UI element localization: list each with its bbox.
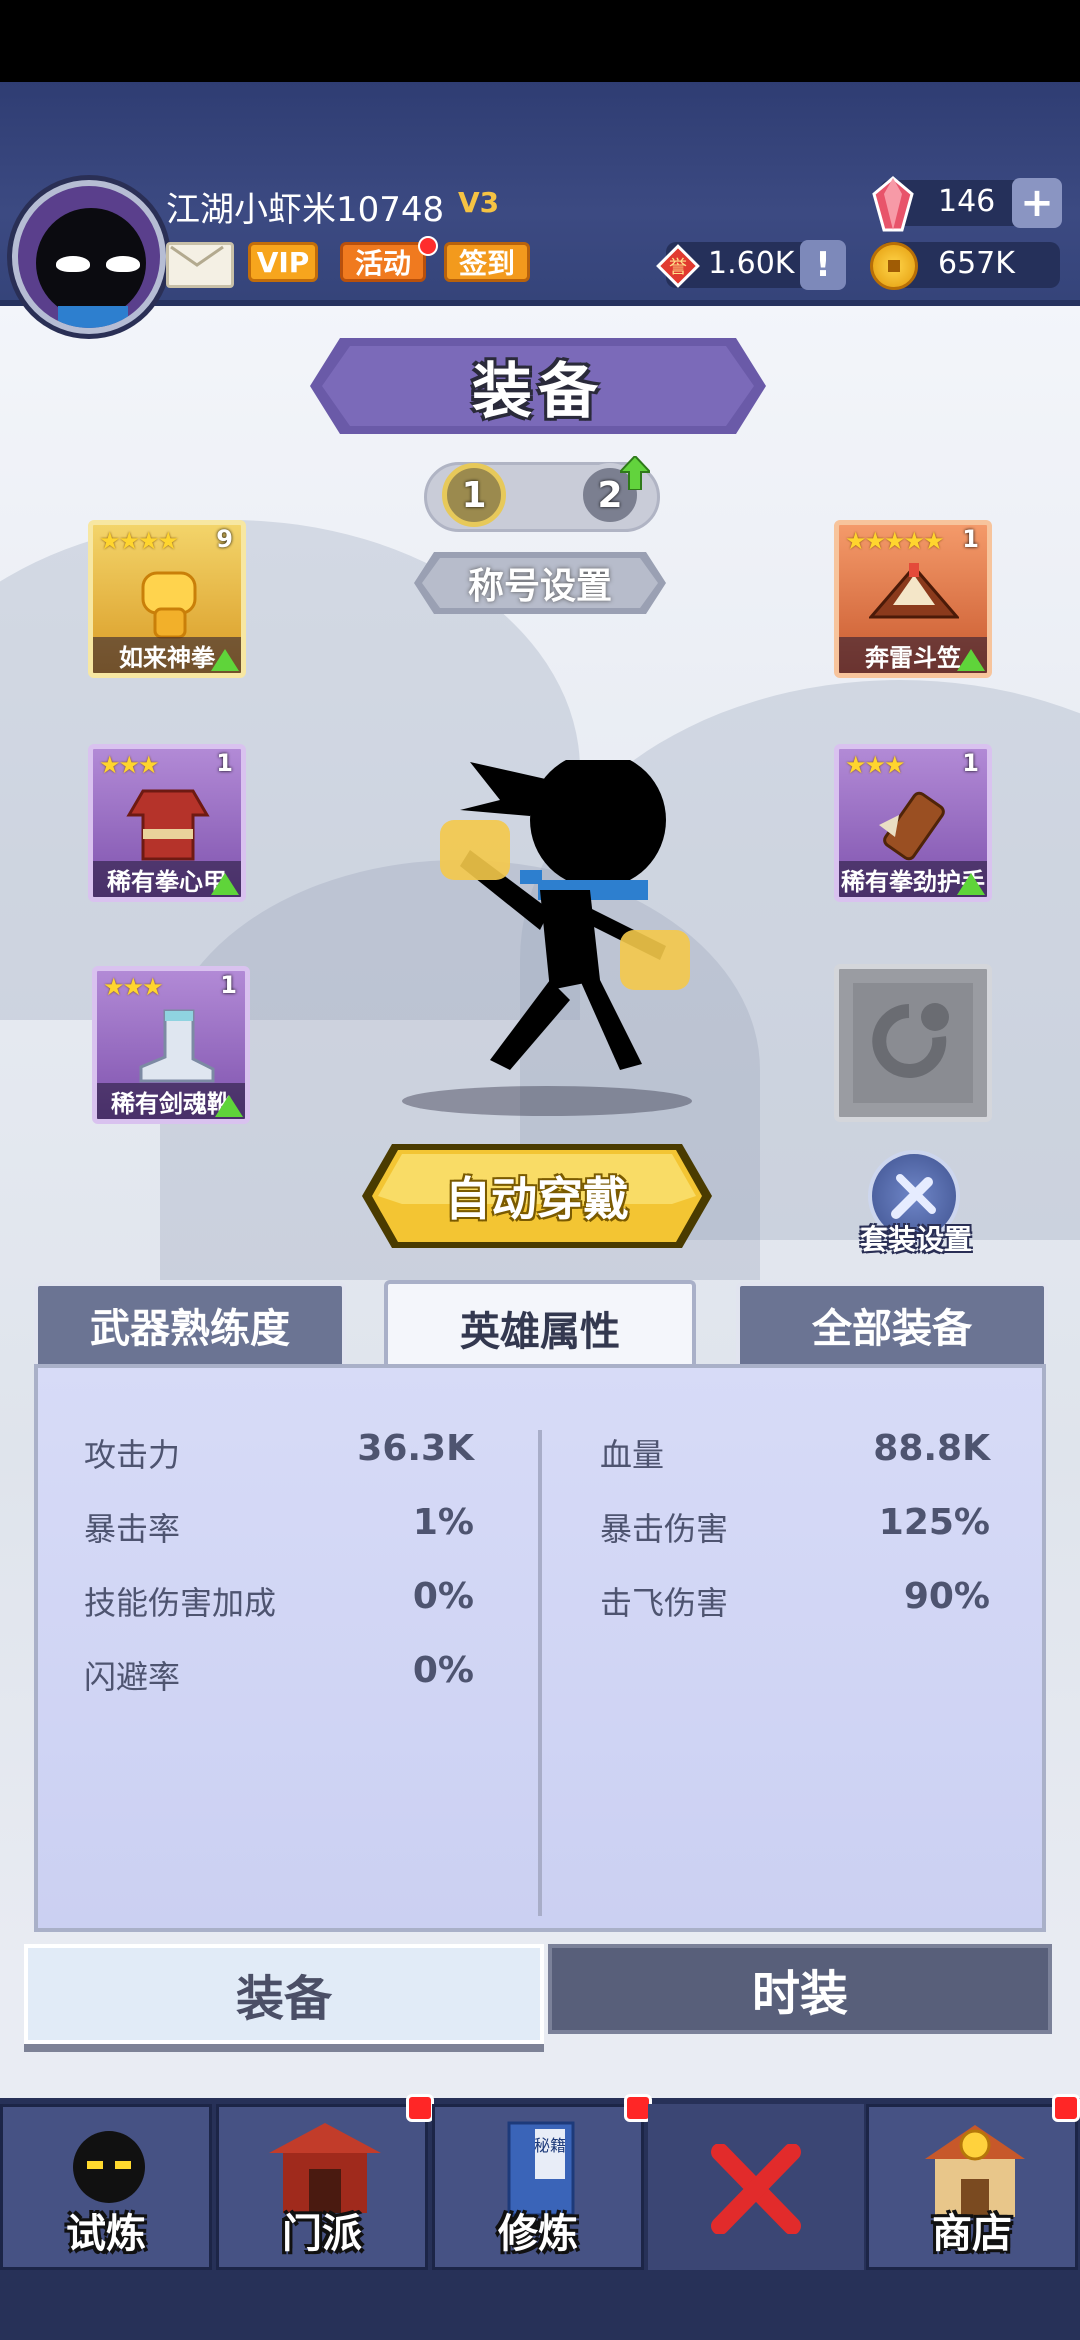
hero-character [440, 760, 690, 1070]
nav-sect[interactable]: 门派 [216, 2104, 428, 2270]
item-level: 1 [220, 971, 237, 999]
star-rating: ★★★★ [99, 527, 179, 555]
boot-icon [139, 1009, 215, 1083]
title-setting-button[interactable]: 称号设置 [414, 552, 666, 614]
equip-slot-weapon[interactable]: ★★★★ 9 如来神拳 [88, 520, 246, 678]
gem-icon [872, 176, 914, 232]
stat-label: 击飞伤害 [600, 1584, 729, 1622]
upgrade-arrow-icon [211, 649, 239, 671]
honor-info-button[interactable]: ! [800, 240, 846, 290]
activity-notification-dot [418, 236, 438, 256]
tab-all-equipment[interactable]: 全部装备 [736, 1282, 1048, 1364]
stat-label: 闪避率 [84, 1658, 181, 1696]
set-setting-button[interactable]: 套装设置 [846, 1218, 986, 1258]
status-bar [0, 0, 1080, 82]
vip-level-badge: V3 [458, 186, 500, 219]
add-gems-button[interactable]: + [1012, 178, 1062, 228]
upgrade-arrow-icon [620, 456, 650, 490]
stat-value: 88.8K [873, 1428, 990, 1469]
empty-slot-icon [853, 983, 973, 1103]
star-rating: ★★★ [103, 973, 164, 1001]
tab-fashion[interactable]: 时装 [548, 1944, 1052, 2034]
tab-equipment[interactable]: 装备 [24, 1944, 544, 2044]
stat-label: 技能伤害加成 [84, 1584, 277, 1622]
upgrade-arrow-icon [957, 873, 985, 895]
ninja-icon [73, 2131, 145, 2203]
item-level: 1 [962, 749, 979, 777]
equip-slot-helmet[interactable]: ★★★★★ 1 奔雷斗笠 [834, 520, 992, 678]
equip-slot-boots[interactable]: ★★★ 1 稀有剑魂靴 [92, 966, 250, 1124]
gem-count: 146 [938, 184, 996, 219]
nav-label: 修炼 [498, 2211, 578, 2257]
stat-label: 暴击伤害 [600, 1510, 729, 1548]
stat-value: 125% [878, 1502, 990, 1543]
honor-icon: 誉 [656, 244, 700, 288]
upgrade-arrow-icon [957, 649, 985, 671]
equip-slot-locked[interactable] [834, 964, 992, 1122]
star-rating: ★★★ [99, 751, 160, 779]
stat-label: 暴击率 [84, 1510, 181, 1548]
mail-icon[interactable] [166, 242, 234, 288]
nav-shop-badge [1052, 2094, 1080, 2122]
svg-text:誉: 誉 [669, 257, 687, 278]
hat-icon [869, 563, 959, 619]
nav-trial[interactable]: 试炼 [0, 2104, 212, 2270]
upgrade-arrow-icon [215, 1095, 243, 1117]
stat-value: 36.3K [357, 1428, 474, 1469]
page-1-button[interactable]: 1 [442, 463, 506, 527]
nav-label: 门派 [282, 2211, 362, 2257]
stat-label: 攻击力 [84, 1436, 181, 1474]
equip-slot-armor[interactable]: ★★★ 1 稀有拳心甲 [88, 744, 246, 902]
nav-close[interactable] [648, 2104, 864, 2270]
tab-weapon-proficiency[interactable]: 武器熟练度 [34, 1282, 346, 1364]
avatar[interactable] [12, 180, 166, 334]
armor-icon [126, 789, 210, 861]
stat-value: 90% [903, 1576, 990, 1617]
nav-label: 商店 [932, 2211, 1012, 2257]
svg-text:秘籍: 秘籍 [534, 2136, 566, 2155]
item-level: 9 [216, 525, 233, 553]
equip-slot-gloves[interactable]: ★★★ 1 稀有拳劲护手 [834, 744, 992, 902]
player-name: 江湖小虾米10748 [166, 190, 445, 230]
nav-sect-badge [406, 2094, 434, 2122]
stat-value: 0% [412, 1576, 474, 1617]
gold-count: 657K [938, 246, 1015, 281]
activity-button[interactable]: 活动 [340, 242, 426, 282]
stat-value: 1% [412, 1502, 474, 1543]
signin-button[interactable]: 签到 [444, 242, 530, 282]
tab-hero-attributes[interactable]: 英雄属性 [384, 1280, 696, 1372]
nav-shop[interactable]: 商店 [866, 2104, 1078, 2270]
close-icon [711, 2144, 801, 2234]
stat-label: 血量 [600, 1436, 665, 1474]
bracer-icon [879, 791, 945, 861]
auto-equip-button[interactable]: 自动穿戴 [362, 1144, 712, 1248]
upgrade-arrow-icon [211, 873, 239, 895]
honor-count: 1.60K [708, 246, 795, 281]
nav-label: 试炼 [66, 2211, 146, 2257]
item-level: 1 [216, 749, 233, 777]
stats-divider [538, 1430, 542, 1916]
nav-cultivate[interactable]: 秘籍 修炼 [432, 2104, 644, 2270]
coin-icon [870, 242, 918, 290]
star-rating: ★★★★★ [845, 527, 945, 555]
fist-icon [141, 571, 197, 639]
item-level: 1 [962, 525, 979, 553]
page-title: 装备 [472, 356, 604, 427]
star-rating: ★★★ [845, 751, 906, 779]
stat-value: 0% [412, 1650, 474, 1691]
vip-button[interactable]: VIP [248, 242, 318, 282]
